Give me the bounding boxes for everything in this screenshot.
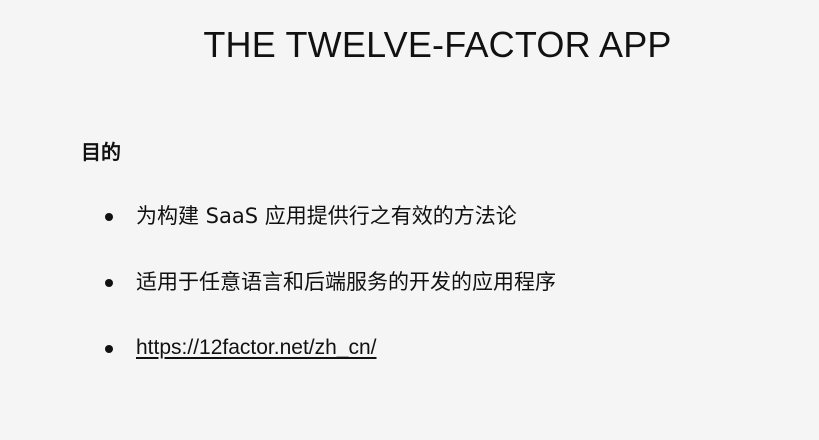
bullet-dot-icon xyxy=(105,213,113,221)
bullet-text: 适用于任意语言和后端服务的开发的应用程序 xyxy=(136,270,556,294)
bullet-dot-icon xyxy=(105,279,113,287)
twelve-factor-link[interactable]: https://12factor.net/zh_cn/ xyxy=(136,332,377,364)
list-item: 为构建 SaaS 应用提供行之有效的方法论 xyxy=(105,200,795,266)
section-heading: 目的 xyxy=(81,140,121,164)
list-item: https://12factor.net/zh_cn/ xyxy=(105,332,795,398)
bullet-dot-icon xyxy=(105,345,113,353)
slide: THE TWELVE-FACTOR APP 目的 为构建 SaaS 应用提供行之… xyxy=(0,0,819,440)
slide-title: THE TWELVE-FACTOR APP xyxy=(203,24,672,65)
bullet-list: 为构建 SaaS 应用提供行之有效的方法论 适用于任意语言和后端服务的开发的应用… xyxy=(105,200,795,398)
list-item: 适用于任意语言和后端服务的开发的应用程序 xyxy=(105,266,795,332)
bullet-text: 为构建 SaaS 应用提供行之有效的方法论 xyxy=(136,204,517,228)
